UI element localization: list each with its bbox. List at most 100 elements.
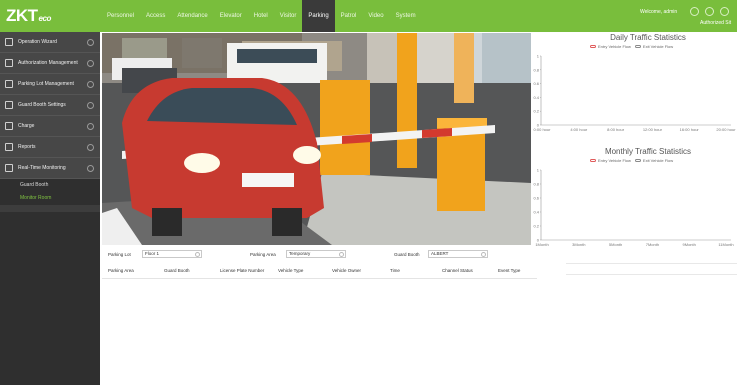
nav-video[interactable]: Video [362,0,389,32]
x-tick-label: 0:00 hour [534,127,552,132]
sidebar-item-label: Real-Time Monitoring [18,165,66,171]
x-tick-label: 3Month [572,242,585,247]
sidebar-subitem[interactable]: Monitor Room [0,192,100,205]
column-header[interactable]: Vehicle Owner [332,268,361,273]
x-tick-label: 9Month [683,242,696,247]
parking-icon [5,80,13,88]
nav-visitor[interactable]: Visitor [274,0,303,32]
parking-area-select[interactable]: Temporary [286,250,346,258]
top-bar: ZKTeco Personnel Access Attendance Elevator… [0,0,737,32]
sidebar-item-4[interactable]: Charge [0,116,100,137]
sidebar-item-label: Parking Lot Management [18,81,74,87]
welcome-text: Welcome, admin [640,9,678,15]
y-tick-label: 0.2 [533,224,539,229]
y-tick-label: 0.8 [533,67,539,72]
column-header[interactable]: Event Type [498,268,520,273]
sidebar-item-1[interactable]: Authorization Management [0,53,100,74]
monthly-chart-legend: Entry Vehicle Flow Exit Vehicle Flow [590,158,673,163]
sidebar-item-label: Operation Wizard [18,39,57,45]
right-panel-strip [566,263,737,275]
sidebar-item-label: Guard Booth Settings [18,102,66,108]
x-tick-label: 20:00 hour [716,127,736,132]
daily-traffic-chart: 00.20.40.60.810:00 hour 4:00 hour 8:00 hou… [533,54,736,133]
sidebar-item-label: Reports [18,144,36,150]
charge-icon [5,122,13,130]
home-icon[interactable] [690,7,699,16]
x-tick-label: 16:00 hour [680,127,700,132]
expand-toggle-icon[interactable] [87,123,94,130]
divider [102,278,537,279]
x-tick-label: 11Month [718,242,733,247]
nav-system[interactable]: System [390,0,422,32]
camera-image [102,33,531,245]
column-header[interactable]: Parking Area [108,268,134,273]
nav-parking[interactable]: Parking [302,0,335,32]
sidebar-item-3[interactable]: Guard Booth Settings [0,95,100,116]
role-text: Authorized Sit [700,20,732,26]
y-tick-label: 0.4 [533,210,539,215]
x-tick-label: 8:00 hour [607,127,625,132]
column-header[interactable]: Vehicle Type [278,268,303,273]
wizard-icon [5,38,13,46]
y-tick-label: 1 [537,54,540,59]
shield-icon [5,59,13,67]
daily-chart-legend: Entry Vehicle Flow Exit Vehicle Flow [590,44,673,49]
x-tick-label: 12:00 hour [643,127,663,132]
monthly-traffic-chart: 00.20.40.60.811Month 3Month 5Month 7Month 9M… [533,168,733,248]
expand-toggle-icon[interactable] [87,39,94,46]
sidebar-item-2[interactable]: Parking Lot Management [0,74,100,95]
y-tick-label: 0.8 [533,182,539,187]
column-header[interactable]: License Plate Number [220,268,264,273]
monitor-icon [5,164,13,172]
nav-hotel[interactable]: Hotel [248,0,274,32]
chevron-down-icon [339,252,344,257]
records-table-header: Parking Area Guard Booth License Plate Num… [102,266,537,278]
parking-area-label: Parking Area [250,252,276,257]
column-header[interactable]: Time [390,268,400,273]
monthly-chart-title: Monthly Traffic Statistics [604,147,692,156]
sidebar-item-5[interactable]: Reports [0,137,100,158]
expand-toggle-icon[interactable] [87,60,94,67]
x-tick-label: 7Month [646,242,659,247]
legend-entry[interactable]: Entry Vehicle Flow [590,158,631,163]
expand-toggle-icon[interactable] [87,165,94,172]
sidebar-item-label: Charge [18,123,35,129]
sidebar-item-0[interactable]: Operation Wizard [0,32,100,53]
camera-feed[interactable] [102,33,531,245]
y-tick-label: 0.6 [533,81,539,86]
sidebar-item-6[interactable]: Real-Time Monitoring [0,158,100,179]
x-tick-label: 5Month [609,242,622,247]
sidebar-item-label: Authorization Management [18,60,78,66]
parking-lot-select[interactable]: Floor 1 [142,250,202,258]
nav-attendance[interactable]: Attendance [171,0,213,32]
x-tick-label: 1Month [535,242,548,247]
nav-personnel[interactable]: Personnel [101,0,140,32]
booth-icon [5,101,13,109]
column-header[interactable]: Guard Booth [164,268,190,273]
nav-elevator[interactable]: Elevator [214,0,248,32]
guard-booth-label: Guard Booth [394,252,420,257]
daily-chart-title: Daily Traffic Statistics [610,33,686,42]
legend-entry[interactable]: Entry Vehicle Flow [590,44,631,49]
sidebar-subitem[interactable]: Guard Booth [0,179,100,192]
nav-patrol[interactable]: Patrol [335,0,363,32]
y-tick-label: 0.2 [533,109,539,114]
settings-icon[interactable] [705,7,714,16]
legend-exit[interactable]: Exit Vehicle Flow [634,44,673,49]
chevron-down-icon [481,252,486,257]
y-tick-label: 0.6 [533,196,539,201]
expand-toggle-icon[interactable] [87,144,94,151]
y-tick-label: 0.4 [533,95,539,100]
legend-exit[interactable]: Exit Vehicle Flow [634,158,673,163]
parking-lot-label: Parking Lot [108,252,131,257]
expand-toggle-icon[interactable] [87,81,94,88]
expand-toggle-icon[interactable] [87,102,94,109]
module-nav: Personnel Access Attendance Elevator Hotel Vi… [101,0,422,32]
guard-booth-select[interactable]: ALBERT [428,250,488,258]
report-icon [5,143,13,151]
sidebar-fill [0,212,100,385]
column-header[interactable]: Channel Status [442,268,473,273]
logout-icon[interactable] [720,7,729,16]
nav-access[interactable]: Access [140,0,171,32]
filter-bar: Parking Lot Floor 1 Parking Area Tempora… [102,248,531,262]
